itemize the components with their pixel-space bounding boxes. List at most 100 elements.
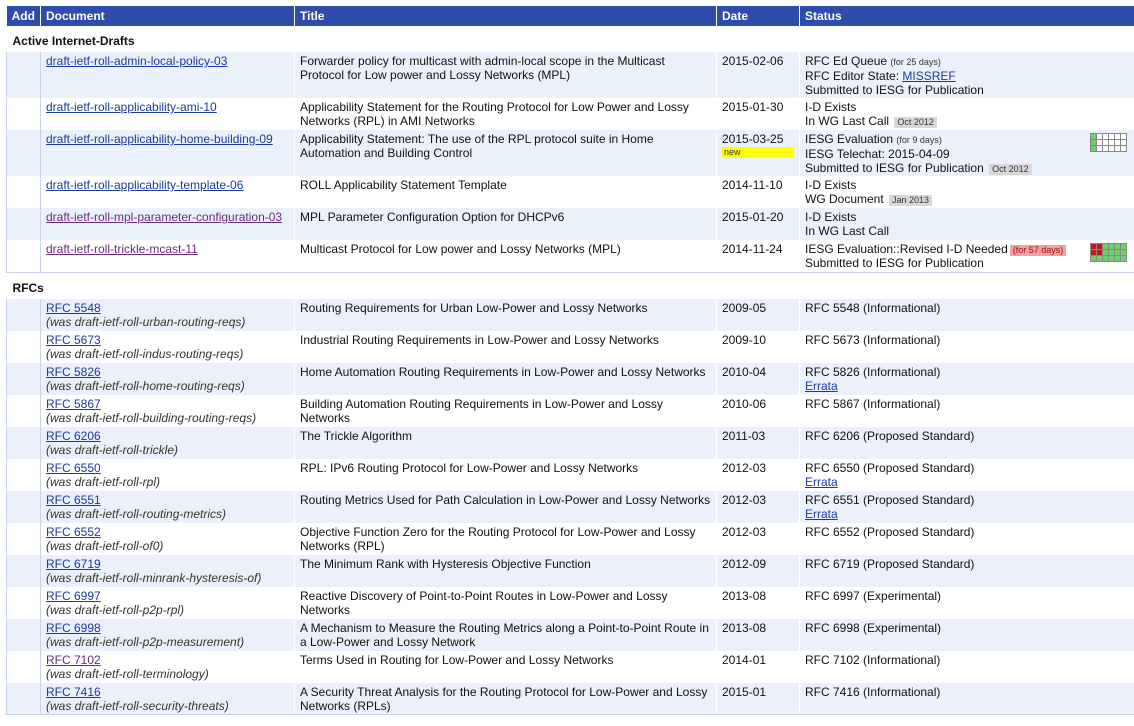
document-link[interactable]: draft-ietf-roll-admin-local-policy-03 — [46, 54, 227, 68]
rfc-editor-state-link[interactable]: MISSREF — [902, 69, 955, 83]
add-cell[interactable] — [6, 208, 41, 240]
document-cell: RFC 7416 (was draft-ietf-roll-security-th… — [40, 682, 295, 715]
document-date: 2014-11-24 — [722, 242, 783, 256]
document-link[interactable]: RFC 6998 — [46, 621, 101, 635]
add-cell[interactable] — [6, 458, 41, 491]
group-title: Active Internet-Drafts — [6, 26, 1134, 52]
document-title: RPL: IPv6 Routing Protocol for Low-Power… — [294, 458, 717, 491]
status-line: RFC 6206 (Proposed Standard) — [805, 429, 1129, 443]
document-link[interactable]: draft-ietf-roll-applicability-template-0… — [46, 178, 243, 192]
status-line: In WG Last Call Oct 2012 — [805, 114, 1129, 128]
status-line: Errata — [805, 507, 1129, 521]
document-cell: draft-ietf-roll-mpl-parameter-configurat… — [40, 208, 295, 240]
add-cell[interactable] — [6, 682, 41, 715]
column-header-status[interactable]: Status — [799, 6, 1134, 26]
status-line: IESG Evaluation (for 9 days) — [805, 132, 1129, 147]
date-cell: 2009-10 — [716, 330, 800, 363]
replaced-draft-note: (was draft-ietf-roll-building-routing-re… — [46, 410, 257, 425]
status-line: IESG Evaluation::Revised I-D Needed (for … — [805, 242, 1129, 256]
table-row: RFC 6550 (was draft-ietf-roll-rpl) RPL: IP… — [6, 458, 1134, 491]
document-link[interactable]: RFC 6206 — [46, 429, 101, 443]
document-date: 2015-03-25 — [722, 132, 784, 146]
document-link[interactable]: RFC 6719 — [46, 557, 101, 571]
column-header-add[interactable]: Add — [6, 6, 41, 26]
status-line: RFC 6998 (Experimental) — [805, 621, 1129, 635]
document-link[interactable]: RFC 5673 — [46, 333, 101, 347]
add-cell[interactable] — [6, 586, 41, 619]
document-link[interactable]: draft-ietf-roll-mpl-parameter-configurat… — [46, 210, 282, 224]
status-text: RFC 5826 (Informational) — [805, 364, 941, 379]
status-cell: RFC 5673 (Informational) — [799, 330, 1134, 363]
status-text: RFC Editor State: — [805, 69, 903, 83]
column-header-title[interactable]: Title — [294, 6, 717, 26]
status-text: I-D Exists — [805, 210, 857, 224]
document-title: Multicast Protocol for Low power and Los… — [294, 240, 717, 273]
document-date: 2009-10 — [722, 332, 767, 347]
ballot-grid-icon[interactable] — [1090, 133, 1127, 152]
document-link[interactable]: RFC 6552 — [46, 525, 101, 539]
status-duration: (for 9 days) — [896, 135, 942, 145]
add-cell[interactable] — [6, 240, 41, 273]
document-link[interactable]: RFC 7102 — [46, 653, 101, 667]
date-cell: 2015-01-20 — [716, 208, 800, 240]
errata-link[interactable]: Errata — [805, 475, 838, 489]
date-cell: 2014-01 — [716, 650, 800, 683]
add-cell[interactable] — [6, 130, 41, 176]
document-link[interactable]: draft-ietf-roll-trickle-mcast-11 — [46, 242, 198, 256]
document-date: 2010-04 — [722, 364, 767, 379]
document-link[interactable]: RFC 5548 — [46, 301, 101, 315]
add-cell[interactable] — [6, 650, 41, 683]
document-link[interactable]: RFC 7416 — [46, 685, 101, 699]
document-link[interactable]: draft-ietf-roll-applicability-ami-10 — [46, 100, 217, 114]
document-title: Industrial Routing Requirements in Low-P… — [294, 330, 717, 363]
add-cell[interactable] — [6, 394, 41, 427]
document-link[interactable]: RFC 5867 — [46, 397, 101, 411]
add-cell[interactable] — [6, 362, 41, 395]
document-link[interactable]: RFC 5826 — [46, 365, 101, 379]
status-text: WG Document — [805, 192, 884, 206]
status-text: RFC 7102 (Informational) — [805, 652, 941, 667]
add-cell[interactable] — [6, 98, 41, 130]
document-cell: draft-ietf-roll-applicability-home-build… — [40, 130, 295, 176]
date-cell: 2015-03-25 new — [716, 130, 800, 176]
document-link[interactable]: RFC 6997 — [46, 589, 101, 603]
status-duration: (for 25 days) — [890, 57, 941, 67]
add-cell[interactable] — [6, 298, 41, 331]
add-cell[interactable] — [6, 426, 41, 459]
column-header-document[interactable]: Document — [40, 6, 295, 26]
add-cell[interactable] — [6, 330, 41, 363]
document-link[interactable]: RFC 6551 — [46, 493, 101, 507]
status-line: RFC 6552 (Proposed Standard) — [805, 525, 1129, 539]
document-list: Add Document Title Date Status Active In… — [0, 0, 1134, 715]
group-header-row: Active Internet-Drafts — [6, 26, 1134, 52]
document-date: 2012-03 — [722, 460, 767, 475]
date-cell: 2010-04 — [716, 362, 800, 395]
add-cell[interactable] — [6, 554, 41, 587]
add-cell[interactable] — [6, 490, 41, 523]
status-text: RFC 6551 (Proposed Standard) — [805, 492, 975, 507]
document-date: 2009-05 — [722, 300, 767, 315]
add-cell[interactable] — [6, 52, 41, 98]
add-cell[interactable] — [6, 176, 41, 208]
date-cell: 2015-01 — [716, 682, 800, 715]
document-link[interactable]: draft-ietf-roll-applicability-home-build… — [46, 132, 273, 146]
status-text: IESG Telechat: 2015-04-09 — [805, 147, 950, 161]
table-row: RFC 5826 (was draft-ietf-roll-home-routin… — [6, 362, 1134, 395]
ballot-grid-icon[interactable] — [1090, 243, 1127, 262]
date-cell: 2013-08 — [716, 618, 800, 651]
column-header-date[interactable]: Date — [716, 6, 800, 26]
date-cell: 2015-01-30 — [716, 98, 800, 130]
table-row: RFC 6552 (was draft-ietf-roll-of0) Objecti… — [6, 522, 1134, 555]
table-row: RFC 7102 (was draft-ietf-roll-terminology… — [6, 650, 1134, 683]
status-text: I-D Exists — [805, 100, 857, 114]
errata-link[interactable]: Errata — [805, 507, 838, 521]
status-text: RFC 6552 (Proposed Standard) — [805, 524, 975, 539]
document-date: 2012-03 — [722, 492, 767, 507]
add-cell[interactable] — [6, 618, 41, 651]
errata-link[interactable]: Errata — [805, 379, 838, 393]
document-link[interactable]: RFC 6550 — [46, 461, 101, 475]
document-date: 2013-08 — [722, 588, 767, 603]
overdue-badge: (for 57 days) — [1009, 245, 1067, 256]
add-cell[interactable] — [6, 522, 41, 555]
document-cell: draft-ietf-roll-applicability-ami-10 — [40, 98, 295, 130]
